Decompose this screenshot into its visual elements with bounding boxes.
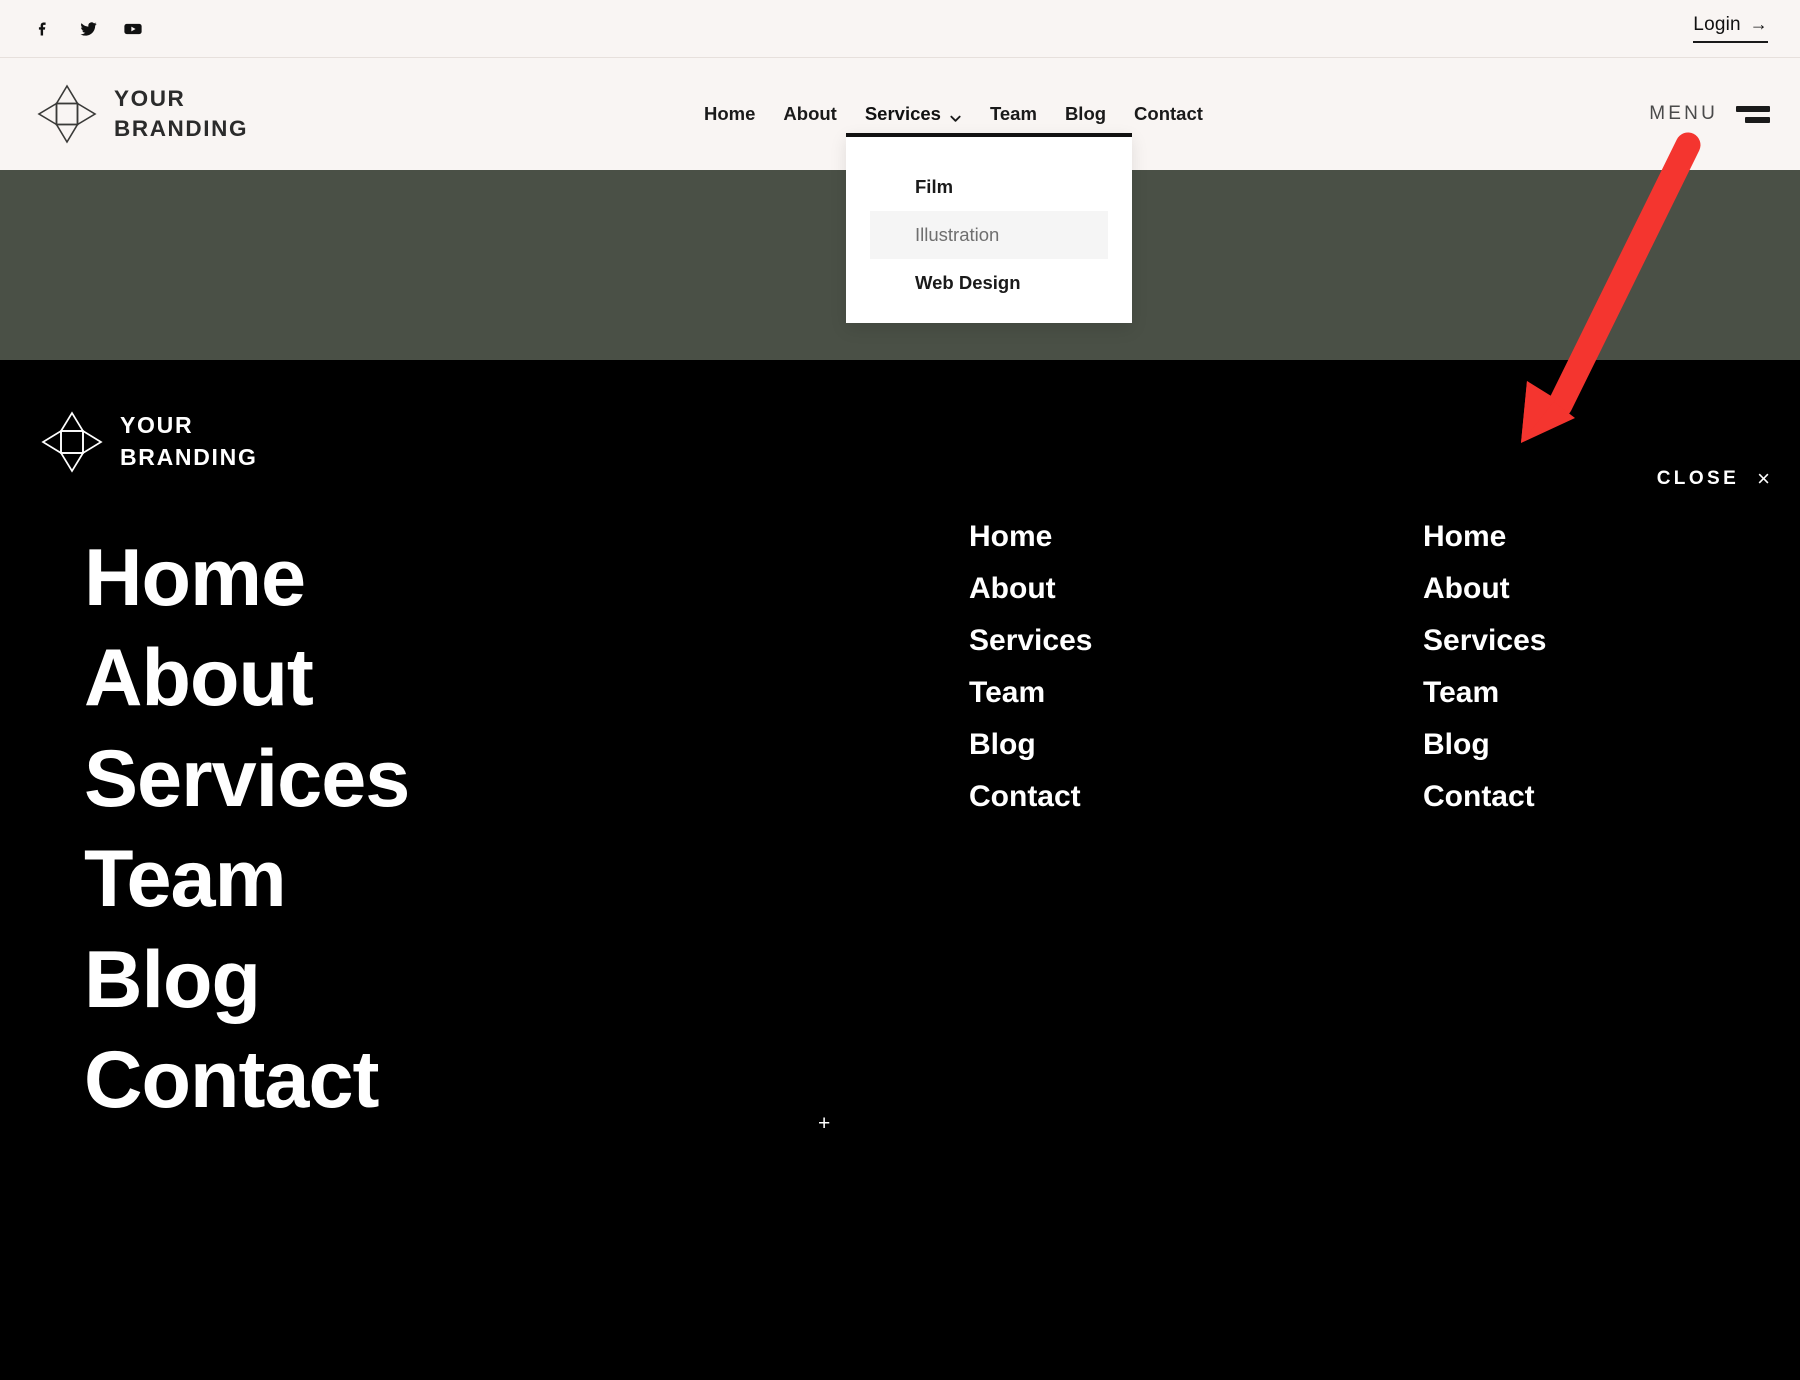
overlay-mid-link-home[interactable]: Home xyxy=(969,522,1092,552)
hamburger-icon xyxy=(1736,104,1770,124)
overlay-mid-link-team[interactable]: Team xyxy=(969,678,1092,708)
overlay-mid-link-contact[interactable]: Contact xyxy=(969,782,1092,812)
brand-wordmark: YOUR BRANDING xyxy=(114,84,248,145)
overlay-primary-links: Home About Services Team Blog Contact xyxy=(84,528,410,1131)
fullscreen-menu-overlay: YOUR BRANDING CLOSE × Home About Service… xyxy=(0,360,1800,1380)
dropdown-item-label: Film xyxy=(915,176,954,197)
four-point-star-logo-icon xyxy=(36,83,98,145)
nav-label: Blog xyxy=(1064,103,1107,124)
overlay-link-team[interactable]: Team xyxy=(84,829,409,929)
overlay-link-home[interactable]: Home xyxy=(84,528,409,628)
menu-label: MENU xyxy=(1649,103,1718,124)
overlay-right-link-blog[interactable]: Blog xyxy=(1423,730,1546,760)
overlay-right-link-contact[interactable]: Contact xyxy=(1423,782,1546,812)
dropdown-item-label: Web Design xyxy=(915,272,1021,293)
overlay-link-blog[interactable]: Blog xyxy=(84,930,409,1030)
twitter-icon[interactable] xyxy=(77,18,99,40)
overlay-mid-link-blog[interactable]: Blog xyxy=(969,730,1092,760)
nav-label: Team xyxy=(989,103,1037,124)
overlay-mid-link-services[interactable]: Services xyxy=(969,626,1092,656)
login-label: Login xyxy=(1693,14,1741,35)
nav-label: About xyxy=(783,103,837,124)
four-point-star-logo-icon xyxy=(40,410,104,474)
overlay-column-middle: Home About Services Team Blog Contact xyxy=(969,522,1092,812)
overlay-brand-logo[interactable]: YOUR BRANDING xyxy=(40,410,258,474)
overlay-link-services[interactable]: Services xyxy=(84,729,410,829)
brand-line-2: BRANDING xyxy=(114,116,249,141)
overlay-brand-wordmark: YOUR BRANDING xyxy=(120,410,258,473)
plus-icon[interactable]: + xyxy=(818,1113,830,1134)
overlay-brand-line-2: BRANDING xyxy=(120,444,258,470)
services-dropdown-menu: Film Illustration Web Design xyxy=(846,133,1132,323)
overlay-link-contact[interactable]: Contact xyxy=(84,1030,409,1130)
overlay-link-about[interactable]: About xyxy=(84,628,409,728)
dropdown-item-film[interactable]: Film xyxy=(870,163,1108,211)
arrow-right-icon: → xyxy=(1749,14,1768,34)
menu-toggle-button[interactable]: MENU xyxy=(1649,58,1770,170)
dropdown-item-illustration[interactable]: Illustration xyxy=(870,211,1108,259)
social-links xyxy=(32,0,144,57)
overlay-brand-line-1: YOUR xyxy=(120,412,194,439)
dropdown-item-web-design[interactable]: Web Design xyxy=(870,259,1108,307)
close-button[interactable]: CLOSE × xyxy=(1657,468,1770,490)
nav-item-home[interactable]: Home xyxy=(690,58,769,170)
page-root: Login → YOUR BRANDING Home About Service… xyxy=(0,0,1800,1380)
brand-line-1: YOUR xyxy=(114,85,186,111)
overlay-right-link-services[interactable]: Services xyxy=(1423,626,1546,656)
facebook-icon[interactable] xyxy=(32,18,54,40)
overlay-right-link-home[interactable]: Home xyxy=(1423,522,1546,552)
nav-label: Contact xyxy=(1134,103,1203,124)
close-label: CLOSE xyxy=(1656,468,1740,489)
login-button[interactable]: Login → xyxy=(1693,14,1768,43)
overlay-mid-link-about[interactable]: About xyxy=(969,574,1092,604)
nav-label: Home xyxy=(704,103,756,124)
nav-item-about[interactable]: About xyxy=(769,58,850,170)
close-icon: × xyxy=(1757,466,1770,491)
top-utility-bar: Login → xyxy=(0,0,1800,58)
overlay-column-right: Home About Services Team Blog Contact xyxy=(1423,522,1546,812)
overlay-right-link-team[interactable]: Team xyxy=(1423,678,1546,708)
overlay-right-link-about[interactable]: About xyxy=(1423,574,1546,604)
youtube-icon[interactable] xyxy=(122,18,144,40)
brand-logo[interactable]: YOUR BRANDING xyxy=(36,58,248,170)
chevron-down-icon xyxy=(949,108,962,122)
login-area: Login → xyxy=(1693,0,1768,57)
nav-item-contact[interactable]: Contact xyxy=(1120,58,1217,170)
dropdown-item-label: Illustration xyxy=(915,224,1000,245)
nav-label: Services xyxy=(864,103,941,124)
